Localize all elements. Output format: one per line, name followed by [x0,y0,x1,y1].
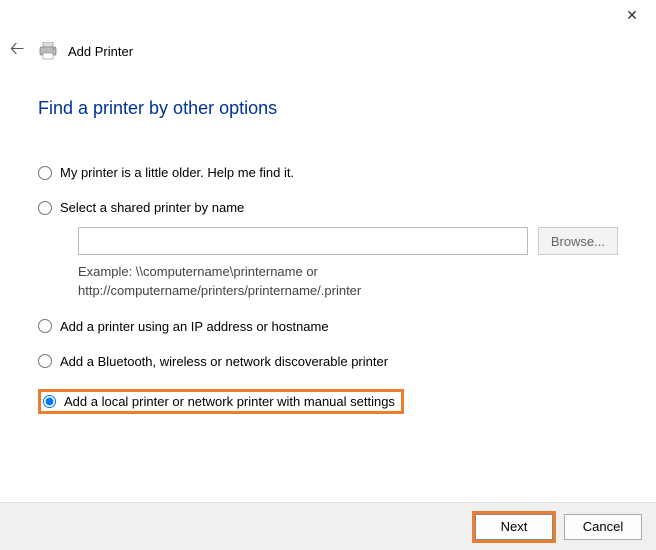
cancel-button[interactable]: Cancel [564,514,642,540]
page-heading: Find a printer by other options [38,98,618,119]
example-text: Example: \\computername\printername or h… [78,263,618,301]
option-label: Add a local printer or network printer w… [64,394,395,409]
option-bluetooth[interactable]: Add a Bluetooth, wireless or network dis… [38,354,618,369]
wizard-footer: Next Cancel [0,502,656,550]
radio-local[interactable] [43,395,56,408]
next-highlight: Next [472,511,556,543]
radio-bluetooth[interactable] [38,354,52,368]
browse-button[interactable]: Browse... [538,227,618,255]
option-local-printer[interactable]: Add a local printer or network printer w… [38,389,404,414]
radio-shared[interactable] [38,201,52,215]
option-ip-address[interactable]: Add a printer using an IP address or hos… [38,319,618,334]
option-older-printer[interactable]: My printer is a little older. Help me fi… [38,165,618,180]
next-button[interactable]: Next [475,514,553,540]
option-shared-printer[interactable]: Select a shared printer by name [38,200,618,215]
back-arrow-icon[interactable]: 🡠 [6,36,28,66]
wizard-header: 🡠 Add Printer [0,30,656,76]
option-label: Select a shared printer by name [60,200,244,215]
example-line: http://computername/printers/printername… [78,283,361,298]
close-icon[interactable]: ✕ [622,5,642,25]
option-label: Add a printer using an IP address or hos… [60,319,329,334]
shared-printer-input[interactable] [78,227,528,255]
option-label: Add a Bluetooth, wireless or network dis… [60,354,388,369]
wizard-title: Add Printer [68,44,133,59]
option-label: My printer is a little older. Help me fi… [60,165,294,180]
printer-icon [38,42,58,60]
radio-ip[interactable] [38,319,52,333]
example-line: Example: \\computername\printername or [78,264,318,279]
radio-older[interactable] [38,166,52,180]
